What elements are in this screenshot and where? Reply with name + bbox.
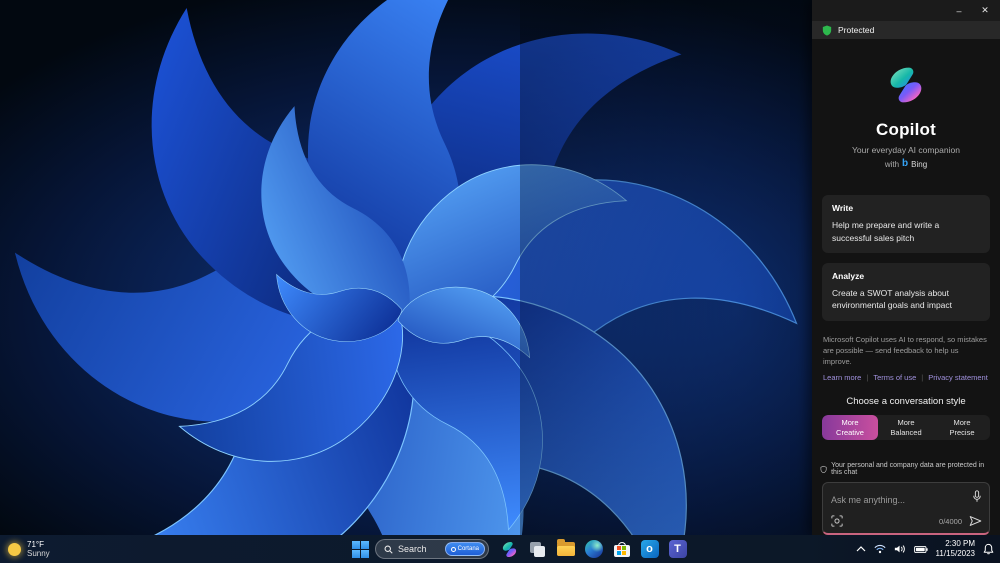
weather-temperature: 71°F: [27, 539, 44, 549]
sun-icon: [8, 542, 21, 556]
tray-overflow-button[interactable]: [856, 546, 866, 552]
conversation-style-selector: More Creative More Balanced More Precise: [822, 415, 990, 441]
battery-button[interactable]: [913, 545, 928, 554]
legal-links: Learn more | Terms of use | Privacy stat…: [823, 373, 989, 382]
chevron-up-icon: [856, 546, 865, 552]
close-button[interactable]: ✕: [974, 2, 996, 20]
clock-widget[interactable]: 2:30 PM 11/15/2023: [936, 539, 975, 558]
send-icon[interactable]: [969, 515, 982, 527]
outlook-icon: o: [640, 540, 659, 558]
taskbar-task-view-icon[interactable]: [527, 539, 548, 560]
badge-icon: [450, 546, 456, 552]
taskbar: 71°F Sunny Search Cortana o T 2:30 PM 11…: [0, 535, 1000, 563]
card-title: Write: [832, 203, 854, 214]
windows-start-icon: [361, 540, 369, 549]
weather-condition: Sunny: [27, 549, 50, 558]
battery-icon: [913, 545, 928, 553]
bing-icon: b: [902, 158, 909, 170]
taskbar-teams-icon[interactable]: T: [667, 539, 688, 560]
copilot-subtitle: Your everyday AI companion: [852, 145, 960, 156]
microsoft-store-icon: [613, 541, 630, 557]
weather-widget[interactable]: 71°F Sunny: [8, 540, 50, 558]
protected-label: Protected: [838, 25, 875, 36]
taskbar-outlook-icon[interactable]: o: [639, 539, 660, 560]
copilot-icon: [502, 541, 517, 557]
copilot-hero: Copilot Your everyday AI companion with …: [812, 63, 1000, 169]
with-text: with: [884, 159, 900, 169]
ai-disclaimer: Microsoft Copilot uses AI to respond, so…: [823, 334, 987, 367]
taskbar-edge-icon[interactable]: [583, 539, 604, 560]
taskbar-copilot-icon[interactable]: [499, 539, 520, 560]
style-label-line2: Precise: [949, 427, 975, 437]
chat-input-box[interactable]: 0/4000: [822, 482, 990, 535]
link-divider: |: [866, 373, 869, 383]
shield-outline-icon: [820, 465, 827, 473]
file-explorer-icon: [556, 539, 575, 556]
desktop: – ✕ Protected Copilot Your everyday AI c…: [0, 0, 1000, 563]
copilot-title: Copilot: [876, 120, 936, 140]
terms-of-use-link[interactable]: Terms of use: [873, 373, 916, 382]
char-counter: 0/4000: [939, 516, 962, 526]
wifi-icon: [874, 544, 886, 554]
panel-titlebar: – ✕: [812, 0, 1000, 22]
search-highlight-badge[interactable]: Cortana: [444, 542, 485, 556]
tray-time: 2:30 PM: [945, 539, 975, 549]
taskbar-store-icon[interactable]: [611, 539, 632, 560]
learn-more-link[interactable]: Learn more: [823, 373, 861, 382]
style-label-line2: Balanced: [890, 427, 922, 437]
minimize-button[interactable]: –: [948, 2, 970, 20]
system-tray: 2:30 PM 11/15/2023: [856, 539, 994, 558]
protected-status-bar: Protected: [812, 21, 1000, 40]
search-label: Search: [398, 544, 427, 554]
taskbar-center: Search Cortana o T: [352, 539, 688, 560]
link-divider: |: [921, 373, 924, 383]
edge-icon: [584, 540, 603, 558]
teams-icon: T: [668, 540, 687, 558]
search-icon: [384, 545, 393, 554]
with-bing-line: with b Bing: [812, 159, 1000, 169]
tray-date: 11/15/2023: [935, 549, 975, 558]
copilot-panel: – ✕ Protected Copilot Your everyday AI c…: [812, 0, 1000, 535]
card-title: Analyze: [832, 271, 865, 282]
conversation-style-heading: Choose a conversation style: [846, 396, 966, 408]
data-protection-text: Your personal and company data are prote…: [831, 462, 985, 477]
style-more-precise[interactable]: More Precise: [934, 415, 990, 440]
windows-start-icon: [352, 549, 360, 558]
taskbar-search[interactable]: Search Cortana: [375, 539, 489, 559]
style-label-line2: Creative: [836, 427, 864, 437]
style-label-line1: More: [897, 418, 915, 428]
style-label-line1: More: [953, 418, 971, 428]
privacy-statement-link[interactable]: Privacy statement: [928, 373, 988, 382]
volume-button[interactable]: [894, 544, 906, 554]
card-body: Help me prepare and write a successful s…: [832, 220, 940, 243]
start-button[interactable]: [352, 540, 369, 558]
notification-button[interactable]: [983, 543, 994, 555]
bing-label: Bing: [911, 159, 928, 169]
style-more-balanced[interactable]: More Balanced: [878, 415, 934, 440]
shield-icon: [822, 25, 832, 36]
taskbar-app-icons: o T: [499, 539, 688, 560]
task-view-icon: [530, 541, 545, 557]
windows-start-icon: [352, 540, 360, 549]
input-bottom-row: 0/4000: [831, 515, 982, 527]
microphone-icon[interactable]: [972, 490, 982, 503]
windows-start-icon: [361, 549, 369, 558]
suggestion-card-analyze[interactable]: Analyze Create a SWOT analysis about env…: [822, 263, 990, 321]
screenshot-icon[interactable]: [831, 515, 843, 527]
badge-label: Cortana: [457, 546, 479, 552]
data-protection-note: Your personal and company data are prote…: [812, 462, 1000, 476]
speaker-icon: [894, 545, 905, 553]
suggestion-card-write[interactable]: Write Help me prepare and write a succes…: [822, 195, 990, 254]
taskbar-file-explorer-icon[interactable]: [555, 539, 576, 560]
style-more-creative[interactable]: More Creative: [822, 415, 878, 441]
copilot-logo: [890, 68, 922, 103]
card-body: Create a SWOT analysis about environment…: [832, 288, 953, 311]
chat-input[interactable]: [831, 495, 961, 506]
bell-icon: [983, 543, 994, 555]
network-button[interactable]: [874, 544, 886, 554]
style-label-line1: More: [841, 418, 859, 428]
